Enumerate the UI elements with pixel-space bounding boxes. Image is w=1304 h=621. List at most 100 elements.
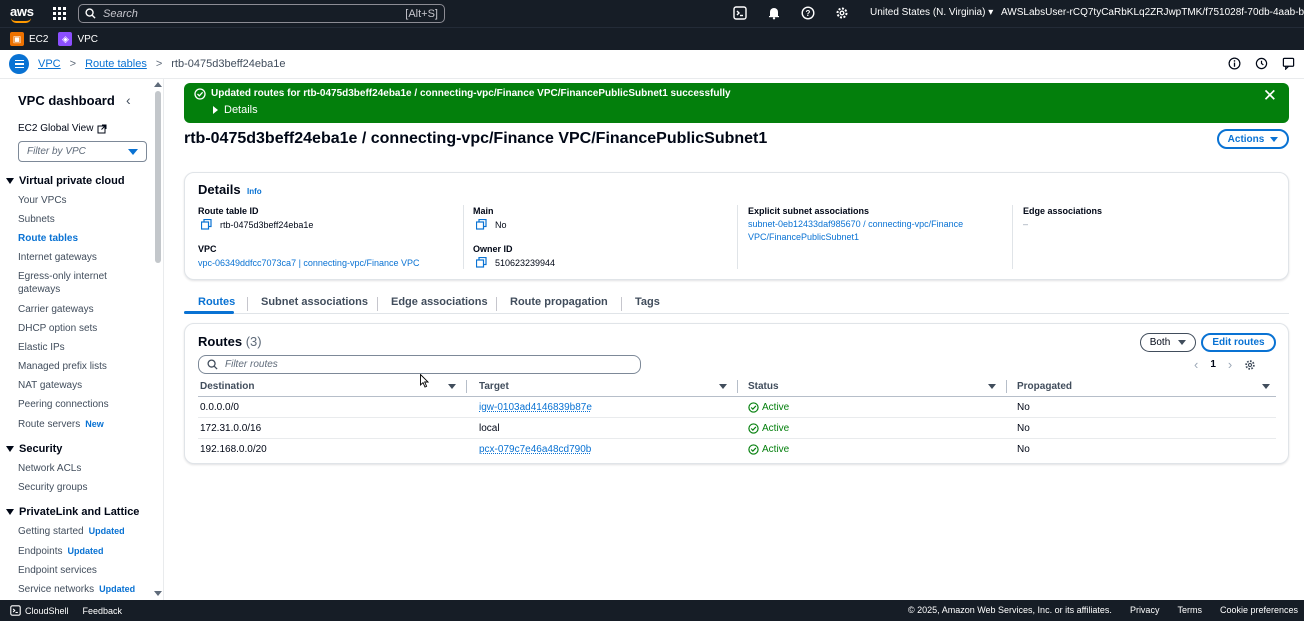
sidebar-scrollbar[interactable] — [155, 91, 161, 263]
sidebar-item-egress-only-gateways[interactable]: gateways — [18, 284, 60, 295]
chevron-left-icon[interactable]: ‹ — [126, 92, 131, 108]
propagated-cell: No — [1017, 423, 1030, 434]
sort-caret-icon[interactable] — [448, 384, 456, 389]
cloudshell-icon — [10, 605, 21, 616]
column-propagated[interactable]: Propagated — [1017, 381, 1072, 392]
sidebar-item-service-networks[interactable]: Service networks Updated — [18, 584, 135, 595]
column-status[interactable]: Status — [748, 381, 779, 392]
footer: CloudShell Feedback © 2025, Amazon Web S… — [0, 600, 1304, 621]
status-cell: Active — [748, 402, 789, 413]
sidebar-item-endpoints[interactable]: Endpoints Updated — [18, 546, 103, 557]
info-link[interactable]: Info — [247, 187, 262, 196]
tab-edge-associations[interactable]: Edge associations — [391, 296, 488, 308]
sidebar-item-your-vpcs[interactable]: Your VPCs — [18, 195, 67, 206]
feedback-link[interactable]: Feedback — [83, 606, 123, 616]
section-privatelink[interactable]: PrivateLink and Lattice — [6, 506, 139, 518]
cloudshell-icon[interactable] — [733, 6, 747, 20]
previous-page-icon[interactable]: ‹ — [1194, 357, 1198, 372]
privacy-link[interactable]: Privacy — [1130, 605, 1160, 615]
edge-associations-label: Edge associations — [1023, 206, 1103, 216]
sidebar-item-subnets[interactable]: Subnets — [18, 214, 55, 225]
feedback-icon[interactable] — [1282, 57, 1295, 70]
scroll-down-icon[interactable] — [154, 591, 162, 597]
sidebar-item-carrier-gateways[interactable]: Carrier gateways — [18, 304, 94, 315]
flash-details-toggle[interactable]: Details — [213, 104, 258, 116]
sidebar-item-elastic-ips[interactable]: Elastic IPs — [18, 342, 65, 353]
side-navigation-toggle[interactable] — [9, 54, 29, 74]
owner-id-value: 510623239944 — [476, 257, 555, 268]
section-virtual-private-cloud[interactable]: Virtual private cloud — [6, 175, 125, 187]
sidebar-title[interactable]: VPC dashboard — [18, 93, 115, 108]
external-link-icon — [97, 124, 107, 133]
actions-button[interactable]: Actions — [1217, 129, 1289, 149]
sidebar-item-managed-prefix-lists[interactable]: Managed prefix lists — [18, 361, 107, 372]
caret-down-icon — [6, 509, 14, 515]
breadcrumb-vpc[interactable]: VPC — [38, 58, 61, 70]
top-navigation: aws Search [Alt+S] ? United States (N. V… — [0, 0, 1304, 27]
copy-icon[interactable] — [476, 219, 487, 230]
breadcrumb-route-tables[interactable]: Route tables — [85, 58, 147, 70]
sidebar-item-internet-gateways[interactable]: Internet gateways — [18, 252, 97, 263]
tab-routes[interactable]: Routes — [198, 296, 235, 308]
info-icon[interactable] — [1228, 57, 1241, 70]
sidebar-item-network-acls[interactable]: Network ACLs — [18, 463, 81, 474]
routes-container: Routes (3) Both Edit routes Filter route… — [184, 323, 1289, 464]
sidebar-item-dhcp-option-sets[interactable]: DHCP option sets — [18, 323, 97, 334]
both-ip-filter-select[interactable]: Both — [1140, 333, 1196, 352]
sidebar-item-peering-connections[interactable]: Peering connections — [18, 399, 109, 410]
sort-caret-icon[interactable] — [719, 384, 727, 389]
tab-subnet-associations[interactable]: Subnet associations — [261, 296, 368, 308]
sidebar-item-ec2-global-view[interactable]: EC2 Global View — [18, 123, 107, 134]
help-icon[interactable]: ? — [801, 6, 815, 20]
favorite-vpc[interactable]: ◈ VPC — [58, 32, 98, 46]
table-row[interactable]: 0.0.0.0/0 igw-0103ad4146839b87e Active N… — [198, 397, 1276, 418]
section-security[interactable]: Security — [6, 443, 62, 455]
terms-link[interactable]: Terms — [1177, 605, 1202, 615]
column-target[interactable]: Target — [479, 381, 509, 392]
status-success-icon — [748, 402, 759, 413]
aws-logo[interactable]: aws — [9, 4, 35, 24]
target-link[interactable]: igw-0103ad4146839b87e — [479, 402, 592, 413]
preferences-gear-icon[interactable] — [1244, 359, 1256, 371]
filter-routes-input[interactable]: Filter routes — [198, 355, 641, 374]
filter-by-vpc-select[interactable]: Filter by VPC — [18, 141, 147, 162]
copy-icon[interactable] — [476, 257, 487, 268]
column-destination[interactable]: Destination — [200, 381, 254, 392]
close-icon[interactable]: ✕ — [1263, 86, 1277, 106]
ec2-icon: ▣ — [10, 32, 24, 46]
search-input[interactable]: Search [Alt+S] — [78, 4, 445, 23]
sidebar-item-endpoint-services[interactable]: Endpoint services — [18, 565, 97, 576]
tab-route-propagation[interactable]: Route propagation — [510, 296, 608, 308]
favorite-ec2[interactable]: ▣ EC2 — [10, 32, 48, 46]
sort-caret-icon[interactable] — [988, 384, 996, 389]
next-page-icon[interactable]: › — [1228, 357, 1232, 372]
sidebar-item-route-tables[interactable]: Route tables — [18, 233, 78, 244]
account-menu[interactable]: AWSLabsUser-rCQ7tyCaRbKLq2ZRJwpTMK/f7510… — [1001, 7, 1304, 18]
sidebar-item-security-groups[interactable]: Security groups — [18, 482, 87, 493]
services-menu-icon[interactable] — [53, 7, 66, 20]
sidebar-item-getting-started[interactable]: Getting started Updated — [18, 526, 125, 537]
copy-icon[interactable] — [201, 219, 212, 230]
page-number[interactable]: 1 — [1210, 359, 1216, 370]
history-icon[interactable] — [1255, 57, 1268, 70]
updated-badge: Updated — [99, 584, 136, 594]
sidebar-item-route-servers[interactable]: Route servers New — [18, 419, 104, 430]
table-row[interactable]: 172.31.0.0/16 local Active No — [198, 418, 1276, 439]
settings-gear-icon[interactable] — [835, 6, 849, 20]
notifications-bell-icon[interactable] — [767, 6, 781, 20]
vpc-link[interactable]: vpc-06349ddfcc7073ca7 | connecting-vpc/F… — [198, 257, 419, 270]
sidebar-item-egress-only-internet[interactable]: Egress-only internet — [18, 271, 107, 282]
edit-routes-button[interactable]: Edit routes — [1201, 333, 1276, 352]
table-row[interactable]: 192.168.0.0/20 pcx-079c7e46a48cd790b Act… — [198, 439, 1276, 460]
scroll-up-icon[interactable] — [154, 81, 162, 87]
tab-tags[interactable]: Tags — [635, 296, 660, 308]
target-link[interactable]: pcx-079c7e46a48cd790b — [479, 444, 591, 455]
sidebar-item-nat-gateways[interactable]: NAT gateways — [18, 380, 82, 391]
search-icon — [207, 359, 218, 370]
cookie-preferences-link[interactable]: Cookie preferences — [1220, 605, 1298, 615]
region-selector[interactable]: United States (N. Virginia) ▾ — [870, 7, 993, 18]
sort-caret-icon[interactable] — [1262, 384, 1270, 389]
explicit-subnet-association-link[interactable]: subnet-0eb12433daf985670 / connecting-vp… — [748, 218, 963, 244]
cloudshell-button[interactable]: CloudShell — [10, 605, 69, 616]
breadcrumb-current: rtb-0475d3beff24eba1e — [171, 58, 286, 70]
